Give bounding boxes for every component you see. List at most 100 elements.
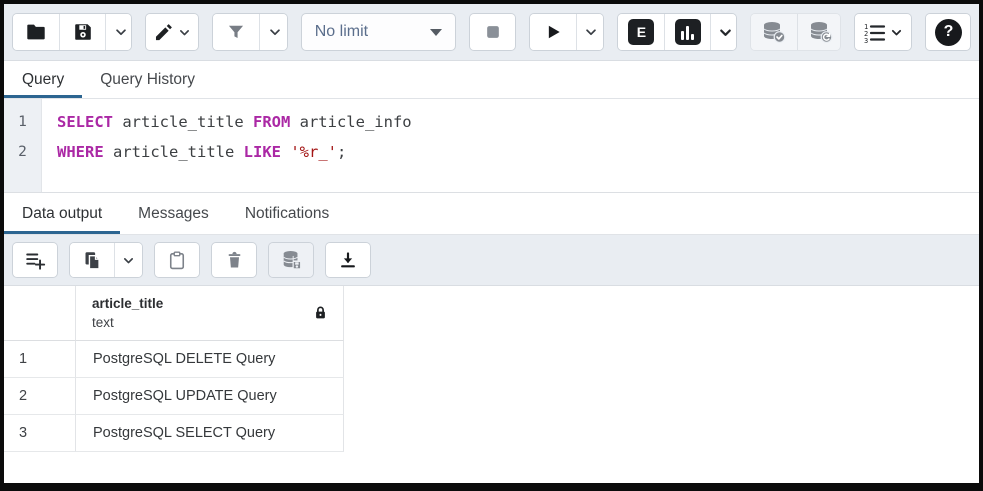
- explain-analyze-button[interactable]: [664, 14, 710, 50]
- sql-keyword: WHERE: [57, 143, 104, 161]
- filter-funnel-icon: [226, 22, 246, 42]
- explain-e-icon: E: [628, 19, 654, 45]
- edit-dropdown-button[interactable]: [146, 14, 198, 50]
- execute-button[interactable]: [530, 14, 576, 50]
- output-tab-bar: Data output Messages Notifications: [4, 193, 979, 235]
- tab-data-output-label: Data output: [22, 205, 102, 223]
- tab-messages[interactable]: Messages: [120, 193, 227, 234]
- data-cell[interactable]: PostgreSQL UPDATE Query: [76, 378, 344, 415]
- database-commit-icon: [761, 20, 787, 44]
- tab-data-output[interactable]: Data output: [4, 193, 120, 234]
- chevron-down-icon: [178, 26, 191, 39]
- chevron-down-icon: [268, 25, 282, 39]
- rollback-button[interactable]: [797, 14, 841, 50]
- copy-button-group: [69, 242, 143, 278]
- stop-icon: [483, 22, 503, 42]
- code-line-1: SELECT article_title FROM article_info: [57, 107, 412, 137]
- tab-query-history-label: Query History: [100, 71, 195, 89]
- save-icon: [72, 21, 94, 43]
- column-header-labels: article_title text: [92, 295, 163, 331]
- editor-code-area[interactable]: SELECT article_title FROM article_info W…: [42, 99, 412, 192]
- copy-button[interactable]: [70, 243, 114, 277]
- line-number: 1: [4, 107, 41, 137]
- save-file-button[interactable]: [59, 14, 105, 50]
- trash-icon: [225, 250, 244, 270]
- query-tab-bar: Query Query History: [4, 61, 979, 99]
- row-limit-select[interactable]: No limit: [301, 13, 457, 51]
- database-save-icon: [280, 249, 303, 271]
- chevron-down-icon: [584, 25, 598, 39]
- column-name: article_title: [92, 295, 163, 312]
- pencil-icon: [153, 22, 174, 43]
- row-number-cell[interactable]: 3: [4, 415, 76, 452]
- chevron-down-icon: [718, 25, 733, 40]
- sql-semicolon: ;: [337, 143, 346, 161]
- delete-row-button[interactable]: [212, 243, 256, 277]
- row-limit-value: No limit: [315, 23, 368, 41]
- caret-down-icon: [430, 29, 442, 36]
- add-row-button-group: [12, 242, 58, 278]
- filter-dropdown-button[interactable]: [259, 14, 288, 50]
- cancel-query-button[interactable]: [470, 14, 515, 50]
- sql-keyword: SELECT: [57, 113, 113, 131]
- copy-dropdown-button[interactable]: [114, 243, 142, 277]
- tab-notifications-label: Notifications: [245, 205, 329, 223]
- grid-header-row: article_title text: [4, 286, 979, 341]
- results-grid: article_title text 1 PostgreSQL DELETE Q…: [4, 286, 979, 452]
- chevron-down-icon: [114, 25, 128, 39]
- edit-button-group: [145, 13, 199, 51]
- table-row: 2 PostgreSQL UPDATE Query: [4, 378, 979, 415]
- download-button[interactable]: [326, 243, 370, 277]
- row-number-cell[interactable]: 2: [4, 378, 76, 415]
- data-cell[interactable]: PostgreSQL SELECT Query: [76, 415, 344, 452]
- copy-icon: [82, 250, 103, 271]
- cancel-button-group: [469, 13, 515, 51]
- tab-query-history[interactable]: Query History: [82, 61, 213, 98]
- explain-button-group: E: [617, 13, 737, 51]
- sql-identifier: article_info: [290, 113, 411, 131]
- paste-button-group: [154, 242, 200, 278]
- table-row: 1 PostgreSQL DELETE Query: [4, 341, 979, 378]
- add-row-button[interactable]: [13, 243, 57, 277]
- execute-dropdown-button[interactable]: [576, 14, 605, 50]
- explain-button[interactable]: E: [618, 14, 664, 50]
- tab-query[interactable]: Query: [4, 61, 82, 98]
- help-button-group: ?: [925, 13, 971, 51]
- lock-icon: [312, 304, 329, 322]
- column-type: text: [92, 314, 163, 331]
- help-button[interactable]: ?: [926, 14, 971, 50]
- tab-notifications[interactable]: Notifications: [227, 193, 347, 234]
- sql-space: [281, 143, 290, 161]
- delete-button-group: [211, 242, 257, 278]
- execute-button-group: [529, 13, 605, 51]
- sql-editor[interactable]: 1 2 SELECT article_title FROM article_in…: [4, 99, 979, 193]
- file-button-group: [12, 13, 132, 51]
- chevron-down-icon: [122, 254, 135, 267]
- row-number-cell[interactable]: 1: [4, 341, 76, 378]
- save-data-button-group: [268, 242, 314, 278]
- macros-button[interactable]: 1 2 3: [855, 14, 910, 50]
- tab-messages-label: Messages: [138, 205, 209, 223]
- commit-button[interactable]: [751, 14, 797, 50]
- database-rollback-icon: [808, 20, 834, 44]
- grid-corner-cell[interactable]: [4, 286, 76, 341]
- save-dropdown-button[interactable]: [105, 14, 132, 50]
- save-data-changes-button[interactable]: [269, 243, 313, 277]
- output-toolbar: [4, 235, 979, 286]
- filter-button[interactable]: [213, 14, 259, 50]
- folder-icon: [25, 21, 47, 43]
- grid-column-header[interactable]: article_title text: [76, 286, 344, 341]
- sql-keyword: LIKE: [244, 143, 281, 161]
- sql-keyword: FROM: [253, 113, 290, 131]
- numbered-list-icon: 1 2 3: [862, 21, 886, 43]
- explain-analyze-chart-icon: [675, 19, 701, 45]
- data-cell[interactable]: PostgreSQL DELETE Query: [76, 341, 344, 378]
- table-row: 3 PostgreSQL SELECT Query: [4, 415, 979, 452]
- empty-area: [4, 452, 979, 483]
- filter-button-group: [212, 13, 288, 51]
- explain-dropdown-button[interactable]: [710, 14, 737, 50]
- sql-string: '%r_': [290, 143, 337, 161]
- open-file-button[interactable]: [13, 14, 59, 50]
- macros-button-group: 1 2 3: [854, 13, 911, 51]
- paste-button[interactable]: [155, 243, 199, 277]
